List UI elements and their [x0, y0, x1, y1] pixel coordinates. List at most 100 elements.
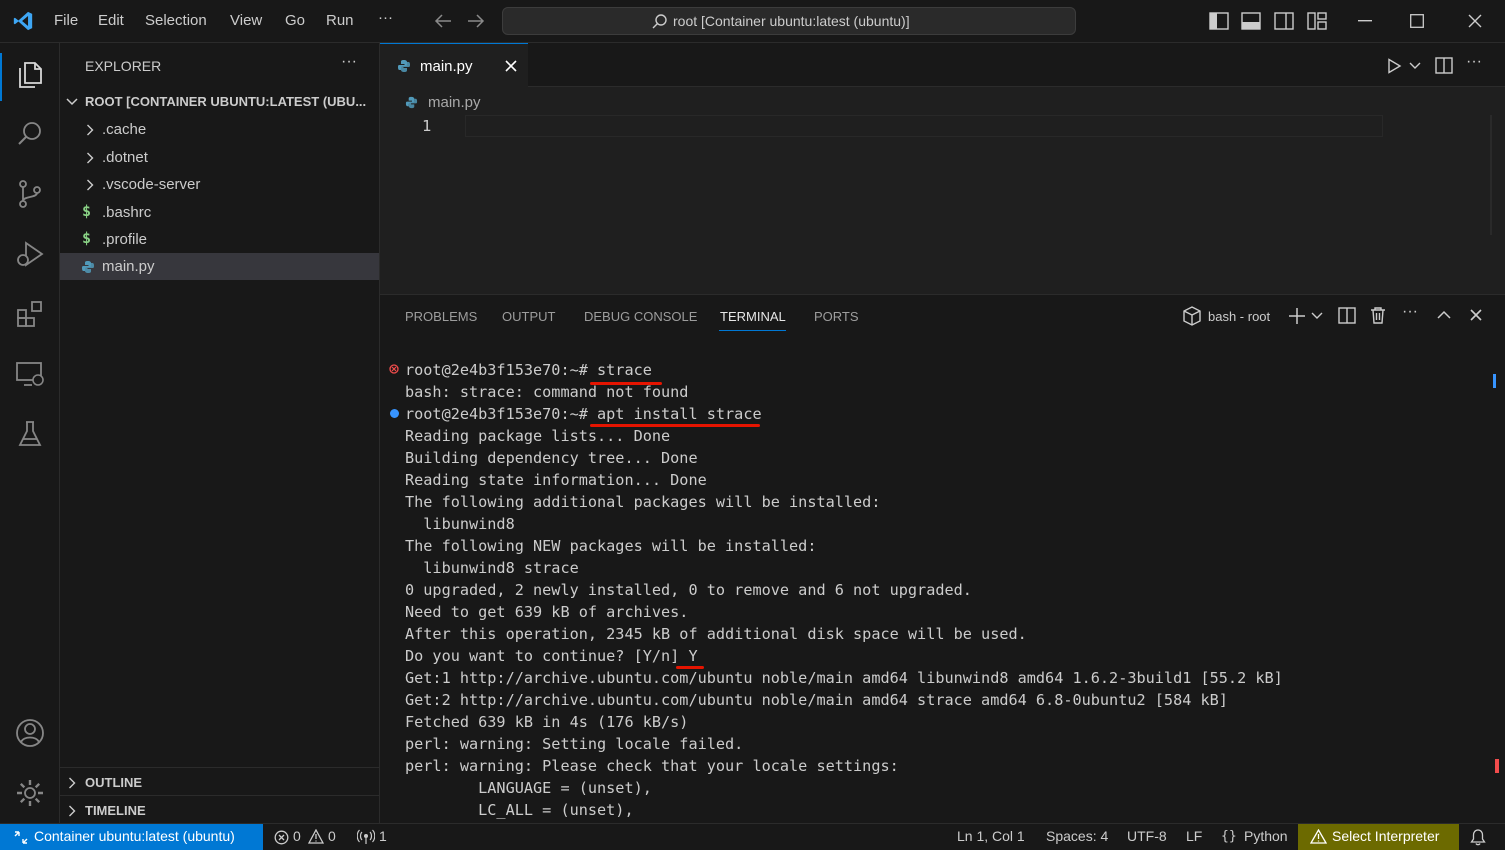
testing-icon[interactable] [14, 418, 46, 450]
menu-selection[interactable]: Selection [145, 12, 207, 29]
terminal-line: Do you want to continue? [Y/n] Y [405, 647, 698, 665]
explorer-icon[interactable] [14, 59, 46, 91]
warning-count[interactable]: 0 [328, 828, 336, 844]
menu-more[interactable]: ··· [378, 9, 393, 26]
toggle-primary-sidebar-icon[interactable] [1209, 12, 1229, 30]
command-success-marker-icon[interactable] [390, 409, 399, 418]
editor-tab-bar: main.py ··· [380, 43, 1505, 87]
terminal-line: Need to get 639 kB of archives. [405, 603, 689, 621]
terminal-name[interactable]: bash - root [1208, 309, 1270, 324]
menu-run[interactable]: Run [326, 12, 354, 29]
ports-antenna-icon [357, 829, 375, 845]
language-braces-icon: {} [1221, 829, 1237, 844]
ports-count[interactable]: 1 [379, 828, 387, 844]
chevron-right-icon [68, 805, 76, 817]
language-mode[interactable]: Python [1244, 828, 1288, 844]
search-view-icon[interactable] [14, 118, 46, 150]
panel-more-actions[interactable]: ··· [1402, 303, 1418, 321]
active-tab-underline [719, 330, 786, 331]
chevron-right-icon [86, 179, 94, 191]
back-arrow-icon[interactable] [433, 12, 453, 30]
terminal-line: LC_ALL = (unset), [405, 801, 634, 819]
outline-section-header[interactable]: OUTLINE [60, 771, 379, 795]
tree-item-main-py[interactable]: main.py [60, 253, 379, 280]
tab-output[interactable]: OUTPUT [502, 309, 555, 324]
source-control-icon[interactable] [14, 178, 46, 210]
tree-item-cache[interactable]: .cache [60, 116, 379, 143]
menu-edit[interactable]: Edit [98, 12, 124, 29]
tab-terminal[interactable]: TERMINAL [720, 309, 786, 324]
menu-file[interactable]: File [54, 12, 78, 29]
extensions-icon[interactable] [14, 298, 46, 330]
workspace-root-header[interactable]: ROOT [CONTAINER UBUNTU:LATEST (UBU... [60, 90, 379, 114]
terminal-line: libunwind8 [405, 515, 515, 533]
trash-icon[interactable] [1370, 306, 1386, 324]
tree-item-bashrc[interactable]: $ .bashrc [60, 199, 379, 226]
split-editor-icon[interactable] [1435, 57, 1453, 74]
new-terminal-plus-icon[interactable] [1288, 307, 1306, 325]
forward-arrow-icon[interactable] [466, 12, 486, 30]
chevron-down-icon[interactable] [1311, 311, 1323, 321]
command-center-label: root [Container ubuntu:latest (ubuntu)] [673, 13, 910, 29]
minimize-icon[interactable] [1358, 20, 1372, 22]
tab-main-py[interactable]: main.py [380, 43, 528, 87]
timeline-section-header[interactable]: TIMELINE [60, 799, 379, 823]
terminal-output[interactable]: root@2e4b3f153e70:~# strace bash: strace:… [405, 359, 1283, 821]
split-terminal-icon[interactable] [1338, 307, 1356, 324]
tree-item-dotnet[interactable]: .dotnet [60, 144, 379, 171]
tree-item-label: .bashrc [102, 204, 152, 221]
run-debug-icon[interactable] [14, 238, 46, 270]
accounts-icon[interactable] [14, 717, 46, 749]
terminal-line: 0 upgraded, 2 newly installed, 0 to remo… [405, 581, 972, 599]
search-icon [651, 13, 669, 31]
chevron-right-icon [86, 152, 94, 164]
breadcrumb[interactable]: main.py [428, 94, 481, 111]
encoding[interactable]: UTF-8 [1127, 828, 1167, 844]
toggle-panel-icon[interactable] [1241, 12, 1261, 30]
indentation[interactable]: Spaces: 4 [1046, 828, 1108, 844]
chevron-down-icon[interactable] [1409, 61, 1421, 71]
end-of-line[interactable]: LF [1186, 828, 1202, 844]
select-interpreter-label: Select Interpreter [1332, 828, 1440, 844]
menu-view[interactable]: View [230, 12, 262, 29]
toggle-secondary-sidebar-icon[interactable] [1274, 12, 1294, 30]
terminal-line: Fetched 639 kB in 4s (176 kB/s) [405, 713, 689, 731]
outline-label: OUTLINE [85, 775, 143, 790]
remote-explorer-icon[interactable] [14, 358, 46, 390]
terminal-scrollbar[interactable] [1491, 359, 1503, 819]
timeline-label: TIMELINE [85, 803, 146, 818]
menu-go[interactable]: Go [285, 12, 305, 29]
terminal-line: Building dependency tree... Done [405, 449, 698, 467]
close-tab-icon[interactable] [505, 60, 517, 72]
editor-area[interactable]: main.py 1 [380, 87, 1505, 294]
shell-file-icon: $ [82, 202, 92, 220]
command-failed-marker-icon[interactable] [389, 364, 399, 374]
activity-bar [0, 43, 60, 823]
tab-debug-console[interactable]: DEBUG CONSOLE [584, 309, 697, 324]
customize-layout-icon[interactable] [1307, 12, 1327, 30]
title-bar: File Edit Selection View Go Run ··· root… [0, 0, 1505, 43]
notifications-bell-icon[interactable] [1470, 829, 1486, 846]
command-center[interactable]: root [Container ubuntu:latest (ubuntu)] [502, 7, 1076, 35]
select-interpreter-button[interactable]: Select Interpreter [1298, 824, 1459, 850]
error-count[interactable]: 0 [293, 828, 301, 844]
annotation-underline [676, 666, 704, 669]
run-file-icon[interactable] [1386, 58, 1402, 74]
editor-more-actions[interactable]: ··· [1466, 53, 1482, 71]
tab-ports[interactable]: PORTS [814, 309, 859, 324]
tab-problems[interactable]: PROBLEMS [405, 309, 477, 324]
editor-scrollbar[interactable] [1490, 115, 1492, 235]
explorer-more-button[interactable]: ··· [341, 53, 357, 71]
maximize-icon[interactable] [1410, 14, 1424, 28]
tree-item-vscode-server[interactable]: .vscode-server [60, 171, 379, 198]
bottom-panel: PROBLEMS OUTPUT DEBUG CONSOLE TERMINAL P… [380, 294, 1505, 823]
close-window-icon[interactable] [1468, 14, 1482, 28]
cursor-position[interactable]: Ln 1, Col 1 [957, 828, 1025, 844]
current-line-highlight [465, 115, 1383, 137]
maximize-panel-chevron-up-icon[interactable] [1437, 310, 1451, 320]
tree-item-profile[interactable]: $ .profile [60, 226, 379, 253]
remote-indicator[interactable]: Container ubuntu:latest (ubuntu) [0, 824, 263, 850]
close-panel-icon[interactable] [1470, 309, 1482, 321]
tree-item-label: .profile [102, 231, 148, 248]
manage-gear-icon[interactable] [14, 777, 46, 809]
